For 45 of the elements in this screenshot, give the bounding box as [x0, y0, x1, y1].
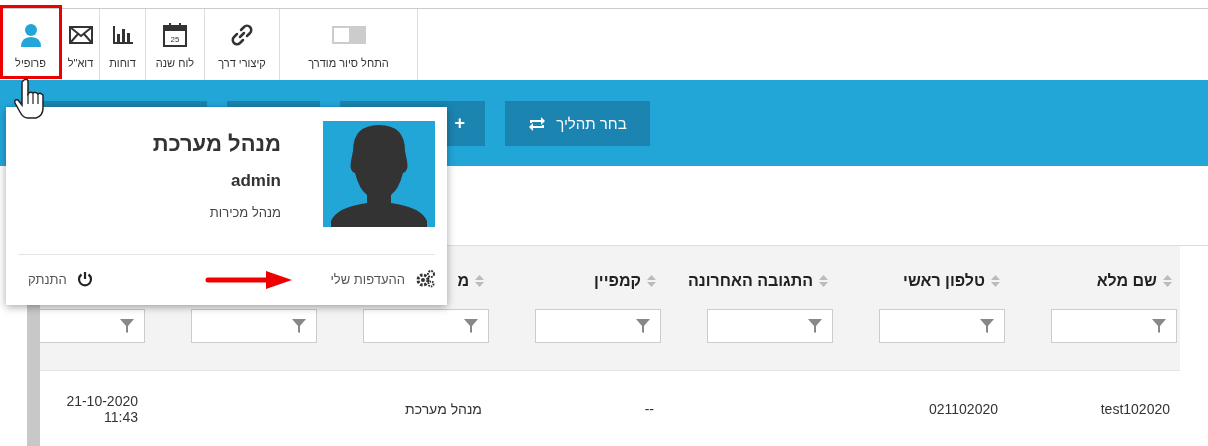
envelope-icon — [68, 26, 93, 44]
table-cell: מנהל מערכת — [405, 401, 482, 417]
bar-chart-icon — [111, 25, 134, 45]
column-header: קמפיין — [594, 272, 641, 290]
filter-field[interactable] — [879, 309, 1005, 343]
filter-field[interactable] — [535, 309, 661, 343]
logout-link[interactable]: התנתק — [28, 271, 93, 287]
column-header: התגובה האחרונה — [688, 272, 813, 290]
preferences-link[interactable]: ההעדפות שלי — [330, 270, 435, 288]
calendar-icon: 25 — [162, 22, 188, 48]
filter-icon — [808, 319, 822, 333]
filter-icon — [464, 319, 478, 333]
table-cell: 021102020 — [928, 401, 998, 417]
person-icon — [19, 23, 42, 47]
refresh-icon — [528, 116, 547, 131]
table-cell: test102020 — [1100, 401, 1170, 417]
filter-icon — [980, 319, 994, 333]
filter-icon — [292, 319, 306, 333]
sort-icon[interactable] — [1163, 274, 1172, 288]
sort-icon[interactable] — [475, 274, 484, 288]
filter-field[interactable] — [40, 309, 145, 343]
column-header: טלפון ראשי — [903, 272, 985, 290]
link-icon — [230, 23, 254, 47]
filter-icon — [636, 319, 650, 333]
filter-field[interactable] — [707, 309, 833, 343]
gears-icon — [415, 270, 435, 288]
column-header: שם מלא — [1096, 272, 1157, 290]
table-cell: -- — [644, 401, 654, 417]
process-button[interactable]: בחר תהליך — [505, 101, 650, 146]
user-full-name: מנהל מערכת — [152, 131, 281, 157]
username: admin — [230, 171, 281, 191]
filter-field[interactable] — [363, 309, 489, 343]
sort-icon[interactable] — [647, 274, 656, 288]
filter-icon — [120, 319, 134, 333]
filter-icon — [1152, 319, 1166, 333]
filter-field[interactable] — [1051, 309, 1177, 343]
toggle-switch[interactable] — [331, 26, 366, 44]
sort-icon[interactable] — [991, 274, 1000, 288]
column-header: מ — [457, 272, 469, 290]
table-cell-text: 21-10-2020 11:43 — [65, 393, 138, 425]
avatar-icon — [323, 121, 435, 227]
filter-field[interactable] — [191, 309, 317, 343]
power-icon — [76, 271, 93, 287]
user-role: מנהל מכירות — [209, 205, 281, 220]
sort-icon[interactable] — [819, 274, 828, 288]
